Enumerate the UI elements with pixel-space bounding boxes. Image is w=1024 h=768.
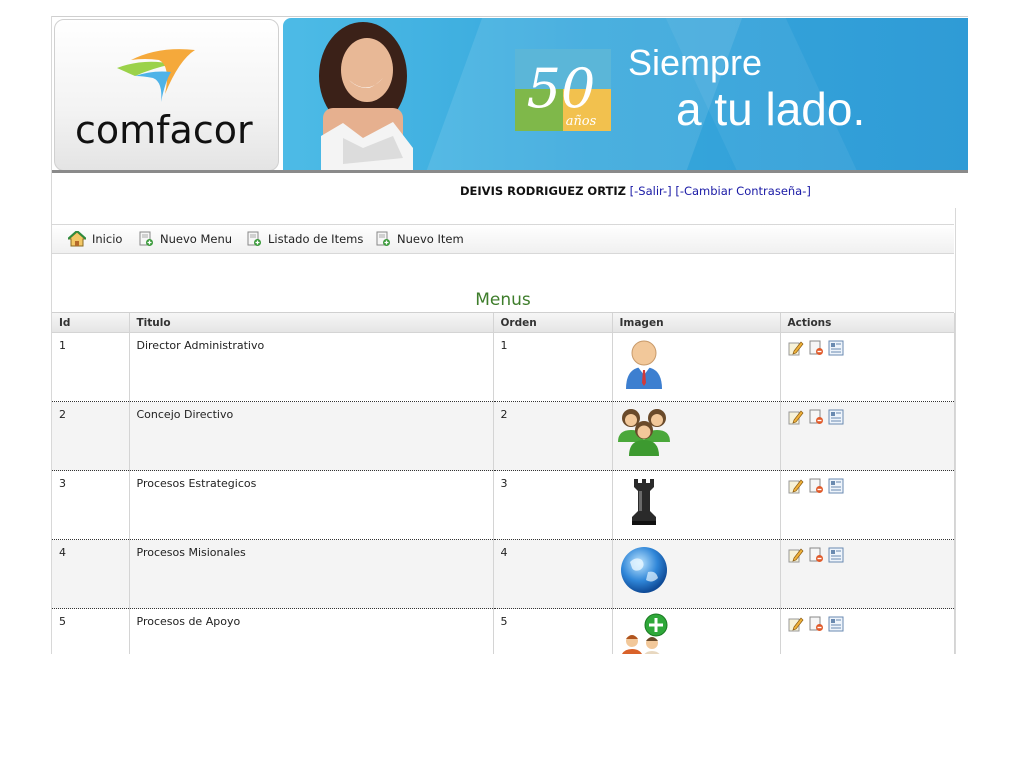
nav-label-inicio: Inicio xyxy=(92,232,123,246)
table-header-row: Id Titulo Orden Imagen Actions xyxy=(52,313,955,333)
edit-icon[interactable] xyxy=(788,409,804,425)
table-row: 3 Procesos Estrategicos 3 xyxy=(52,470,955,540)
badge-number: 50 xyxy=(527,57,596,120)
logo-text: comfacor xyxy=(75,108,253,152)
add-users-icon xyxy=(621,613,667,654)
user-info-bar: DEIVIS RODRIGUEZ ORTIZ [-Salir-] [-Cambi… xyxy=(460,184,811,198)
globe-icon xyxy=(620,547,667,593)
delete-icon[interactable] xyxy=(808,547,824,563)
change-password-link[interactable]: [-Cambiar Contraseña-] xyxy=(675,184,811,198)
cell-titulo: Director Administrativo xyxy=(129,332,494,402)
details-icon[interactable] xyxy=(828,616,844,632)
details-icon[interactable] xyxy=(828,547,844,563)
badge-years: años xyxy=(566,114,597,129)
cell-orden: 2 xyxy=(493,401,613,471)
cell-orden: 4 xyxy=(493,539,613,609)
cell-titulo: Concejo Directivo xyxy=(129,401,494,471)
nav-item-inicio[interactable]: Inicio xyxy=(68,231,122,247)
logo-swoosh-icon xyxy=(117,49,195,102)
cell-actions xyxy=(780,470,955,540)
cell-imagen xyxy=(612,332,781,402)
menus-table: Id Titulo Orden Imagen Actions 1 Directo… xyxy=(52,313,955,654)
edit-icon[interactable] xyxy=(788,616,804,632)
slogan-line1: Siempre xyxy=(628,42,763,83)
delete-icon[interactable] xyxy=(808,340,824,356)
cell-actions xyxy=(780,332,955,402)
cell-actions xyxy=(780,608,955,654)
cell-id: 5 xyxy=(52,608,130,654)
cell-orden: 3 xyxy=(493,470,613,540)
column-header-actions: Actions xyxy=(780,313,955,333)
nav-label-nuevo-item: Nuevo Item xyxy=(397,232,464,246)
cell-id: 1 xyxy=(52,332,130,402)
column-header-id[interactable]: Id xyxy=(52,313,130,333)
cell-imagen xyxy=(612,539,781,609)
table-row: 5 Procesos de Apoyo 5 xyxy=(52,608,955,654)
delete-icon[interactable] xyxy=(808,616,824,632)
table-row: 2 Concejo Directivo 2 xyxy=(52,401,955,471)
details-icon[interactable] xyxy=(828,478,844,494)
cell-titulo: Procesos Misionales xyxy=(129,539,494,609)
new-document-icon xyxy=(139,231,153,246)
cell-imagen xyxy=(612,470,781,540)
edit-icon[interactable] xyxy=(788,340,804,356)
menus-table-wrapper: Id Titulo Orden Imagen Actions 1 Directo… xyxy=(52,312,955,654)
page-frame: comfacor 50 años Siempre a tu lado. DEIV… xyxy=(51,16,968,654)
new-document-icon xyxy=(247,231,261,246)
nav-toolbar: Inicio Nuevo Menu Listado de Items Nuevo… xyxy=(52,224,954,254)
cell-id: 2 xyxy=(52,401,130,471)
cell-id: 4 xyxy=(52,539,130,609)
banner-image: 50 años Siempre a tu lado. xyxy=(283,18,968,170)
slogan-line2: a tu lado. xyxy=(676,83,866,135)
cell-imagen xyxy=(612,401,781,471)
table-row: 4 Procesos Misionales 4 xyxy=(52,539,955,609)
cell-actions xyxy=(780,539,955,609)
cell-actions xyxy=(780,401,955,471)
column-header-imagen[interactable]: Imagen xyxy=(612,313,781,333)
chess-rook-icon xyxy=(631,479,656,525)
details-icon[interactable] xyxy=(828,340,844,356)
fifty-years-badge-icon: 50 años xyxy=(515,49,611,131)
banner-divider xyxy=(52,170,968,173)
column-header-orden[interactable]: Orden xyxy=(493,313,613,333)
table-row: 1 Director Administrativo 1 xyxy=(52,332,955,402)
cell-id: 3 xyxy=(52,470,130,540)
cell-orden: 1 xyxy=(493,332,613,402)
delete-icon[interactable] xyxy=(808,409,824,425)
nav-item-listado-items[interactable]: Listado de Items xyxy=(246,231,363,247)
column-header-titulo[interactable]: Titulo xyxy=(129,313,494,333)
nav-label-nuevo-menu: Nuevo Menu xyxy=(160,232,233,246)
nav-item-nuevo-menu[interactable]: Nuevo Menu xyxy=(138,231,232,247)
delete-icon[interactable] xyxy=(808,478,824,494)
nav-label-listado-items: Listado de Items xyxy=(268,232,364,246)
details-icon[interactable] xyxy=(828,409,844,425)
content-area: Inicio Nuevo Menu Listado de Items Nuevo… xyxy=(52,208,956,654)
new-document-icon xyxy=(376,231,390,246)
logout-link[interactable]: [-Salir-] xyxy=(630,184,672,198)
header-banner: comfacor 50 años Siempre a tu lado. xyxy=(52,16,968,173)
cell-titulo: Procesos de Apoyo xyxy=(129,608,494,654)
page-title: Menus xyxy=(475,290,531,310)
group-icon xyxy=(617,409,670,456)
user-name: DEIVIS RODRIGUEZ ORTIZ xyxy=(460,184,627,198)
cell-orden: 5 xyxy=(493,608,613,654)
cell-titulo: Procesos Estrategicos xyxy=(129,470,494,540)
woman-photo-icon xyxy=(319,22,413,170)
cell-imagen xyxy=(612,608,781,654)
nav-item-nuevo-item[interactable]: Nuevo Item xyxy=(375,231,464,247)
home-icon xyxy=(68,231,86,247)
businessman-icon xyxy=(625,340,662,389)
edit-icon[interactable] xyxy=(788,478,804,494)
comfacor-logo[interactable]: comfacor xyxy=(54,19,279,171)
edit-icon[interactable] xyxy=(788,547,804,563)
